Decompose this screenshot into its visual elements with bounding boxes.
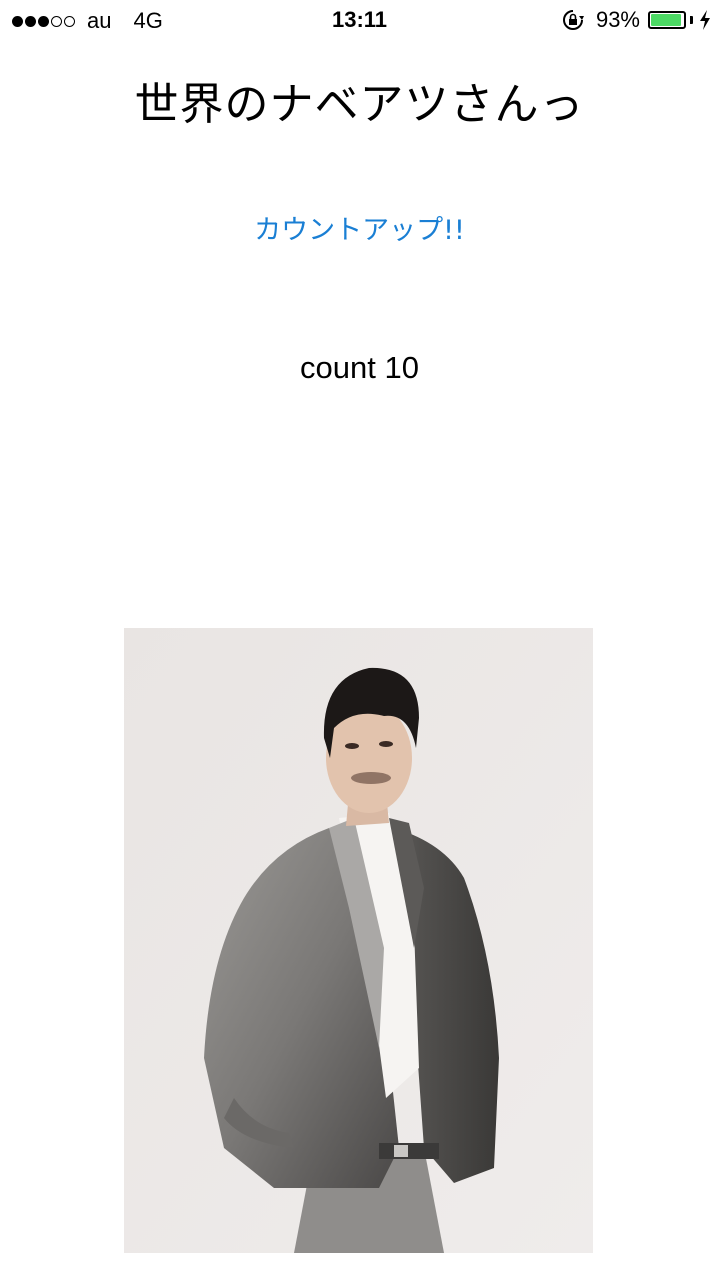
portrait-photo — [124, 628, 593, 1253]
status-bar: au 4G 13:11 93% — [0, 0, 719, 40]
status-bar-right: 93% — [562, 7, 711, 33]
battery-percentage: 93% — [595, 7, 640, 32]
charging-bolt-icon — [700, 10, 710, 30]
orientation-lock-icon — [562, 10, 584, 30]
battery-icon — [648, 11, 686, 29]
portrait-illustration — [124, 628, 593, 1253]
battery-cap — [690, 16, 693, 24]
count-up-button[interactable]: カウントアップ!! — [0, 208, 719, 247]
battery-level-fill — [651, 14, 681, 26]
count-label: count 10 — [300, 350, 419, 385]
page-title: 世界のナベアツさんっ — [134, 79, 585, 130]
